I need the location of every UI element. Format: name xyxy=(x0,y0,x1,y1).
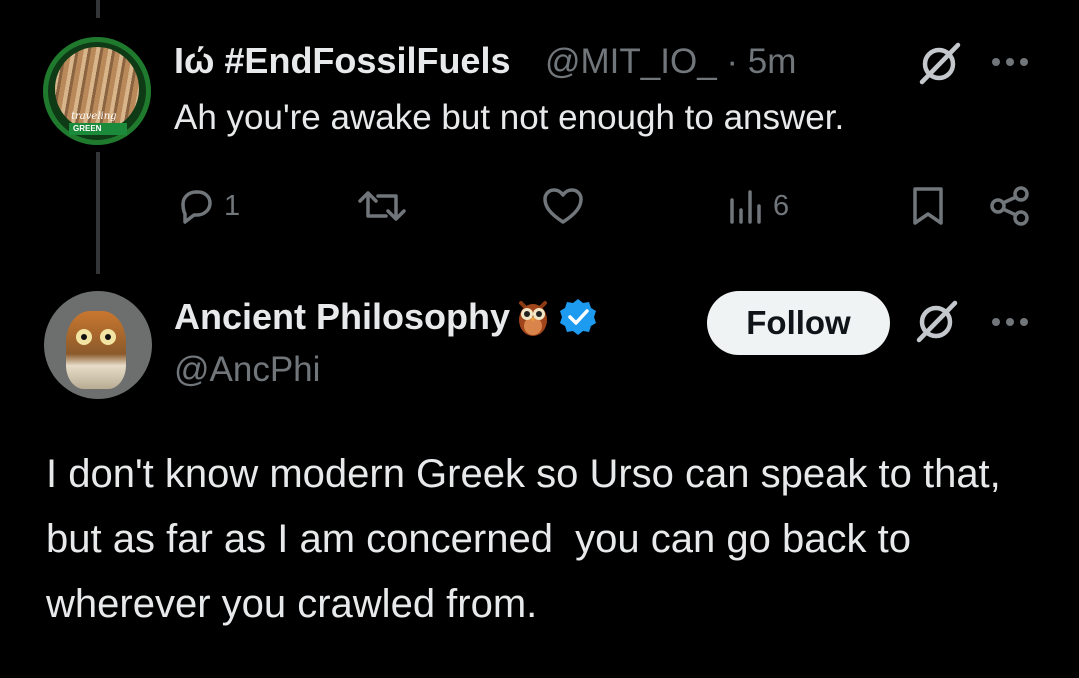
like-icon xyxy=(543,188,583,224)
owl-eye xyxy=(100,329,116,345)
owl-emoji-icon xyxy=(519,301,548,336)
avatar[interactable]: traveling GREEN xyxy=(43,37,151,145)
tweet-text: Ah you're awake but not enough to answer… xyxy=(174,98,845,137)
display-name-row[interactable]: Ancient Philosophy xyxy=(174,296,598,338)
bookmark-button[interactable] xyxy=(910,184,946,228)
reply-icon xyxy=(181,190,212,224)
views-button[interactable]: 6 xyxy=(727,184,789,228)
handle-time[interactable]: @MIT_IO_ · 5m xyxy=(545,42,796,82)
avatar-badge: traveling GREEN xyxy=(61,109,133,139)
views-icon xyxy=(730,190,761,224)
more-icon[interactable] xyxy=(988,48,1032,76)
share-button[interactable] xyxy=(988,184,1032,228)
grok-icon[interactable] xyxy=(916,42,962,86)
retweet-button[interactable] xyxy=(356,184,408,228)
thread-line xyxy=(96,152,100,274)
thread-line xyxy=(96,0,100,18)
verified-icon[interactable] xyxy=(558,297,598,337)
reply-button[interactable]: 1 xyxy=(176,184,240,228)
retweet-icon xyxy=(358,191,406,221)
reply-count: 1 xyxy=(224,189,241,222)
handle[interactable]: @AncPhi xyxy=(174,350,320,390)
handle[interactable]: @MIT_IO_ xyxy=(545,42,717,81)
views-count: 6 xyxy=(773,189,790,222)
tweet-text: I don't know modern Greek so Urso can sp… xyxy=(46,452,1012,626)
avatar-photo xyxy=(66,311,126,389)
bookmark-icon xyxy=(913,187,943,225)
avatar-badge-script: traveling xyxy=(71,111,117,122)
share-icon xyxy=(990,186,1029,226)
separator: · xyxy=(726,42,739,81)
follow-button[interactable]: Follow xyxy=(707,291,890,355)
avatar[interactable] xyxy=(44,291,152,399)
owl-eye xyxy=(76,329,92,345)
like-button[interactable] xyxy=(541,184,585,228)
grok-icon[interactable] xyxy=(913,300,959,344)
more-icon[interactable] xyxy=(988,308,1032,336)
avatar-badge-banner: GREEN xyxy=(69,123,127,135)
display-name[interactable]: Ancient Philosophy xyxy=(174,296,510,338)
timestamp[interactable]: 5m xyxy=(748,42,797,81)
display-name[interactable]: Ιώ #EndFossilFuels xyxy=(174,40,510,82)
